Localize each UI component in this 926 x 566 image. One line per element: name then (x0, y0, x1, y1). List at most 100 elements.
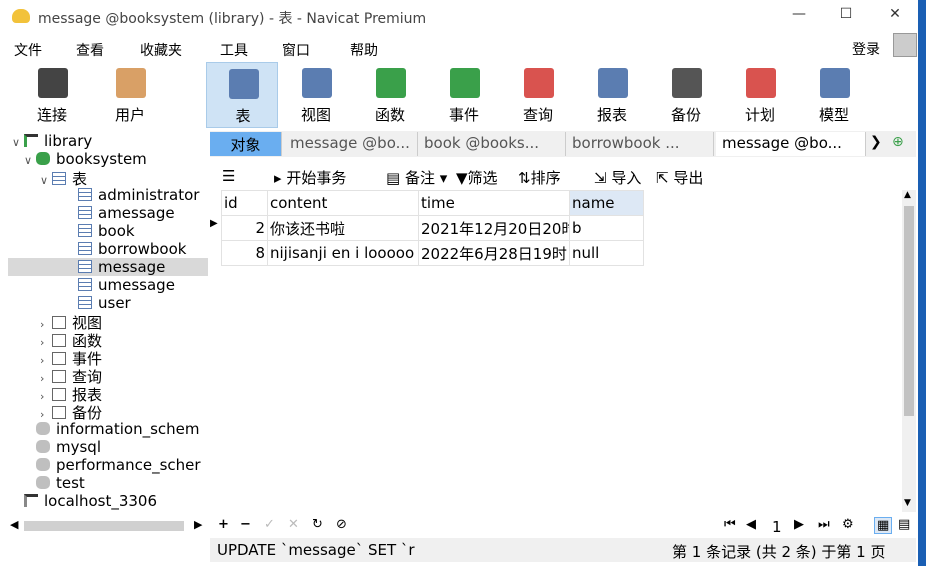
toolbar-button-10[interactable]: 模型 (798, 62, 870, 128)
import-button[interactable]: ⇲ 导入 (594, 167, 641, 188)
avatar-icon[interactable] (893, 33, 917, 57)
discard-icon[interactable]: ✕ (288, 517, 299, 532)
tree-item[interactable]: › 事件 (8, 348, 208, 368)
expand-icon[interactable]: ∨ (12, 136, 24, 149)
toolbar-label: 报表 (596, 106, 627, 124)
table-cell[interactable]: 2 (221, 215, 268, 241)
scroll-up-icon[interactable]: ▲ (904, 190, 911, 200)
tree-item[interactable]: ∨ 表 (8, 168, 208, 188)
minimize-icon[interactable]: — (789, 6, 809, 22)
column-header[interactable]: id (221, 190, 268, 216)
first-page-icon[interactable]: ⏮ (724, 517, 736, 532)
table-cell[interactable]: 你该还书啦 (267, 215, 419, 241)
tree-item[interactable]: umessage (8, 276, 208, 294)
tree-item[interactable]: book (8, 222, 208, 240)
grid-scrollbar[interactable]: ▲ ▼ (902, 190, 916, 512)
tree-item[interactable]: › 备份 (8, 402, 208, 422)
toolbar-button-6[interactable]: 查询 (502, 62, 574, 128)
scroll-right-icon[interactable]: ▶ (194, 518, 202, 531)
tree-item[interactable]: borrowbook (8, 240, 208, 258)
tree-item[interactable]: performance_scher (8, 456, 208, 474)
table-cell[interactable]: nijisanji en i looooo (267, 240, 419, 266)
begin-transaction-button[interactable]: ▸ 开始事务 (274, 167, 346, 188)
menu-help[interactable]: 帮助 (350, 40, 378, 60)
toolbar-button-1[interactable]: 用户 (94, 62, 166, 128)
next-page-icon[interactable]: ▶ (794, 517, 804, 532)
toolbar-button-8[interactable]: 备份 (650, 62, 722, 128)
tree-item[interactable]: test (8, 474, 208, 492)
tree-item[interactable]: mysql (8, 438, 208, 456)
toolbar-button-5[interactable]: 事件 (428, 62, 500, 128)
menu-tools[interactable]: 工具 (220, 40, 248, 60)
table-row[interactable]: 2 你该还书啦 2021年12月20日20时 b (221, 215, 644, 241)
add-row-icon[interactable]: + (218, 517, 229, 532)
menu-favorites[interactable]: 收藏夹 (140, 40, 182, 60)
toolbar-button-3[interactable]: 视图 (280, 62, 352, 128)
tree-scrollbar[interactable]: ◀ ▶ (8, 518, 208, 534)
table-row[interactable]: 8 nijisanji en i looooo 2022年6月28日19时 null (221, 240, 644, 266)
table-cell[interactable]: null (569, 240, 644, 266)
tree-item[interactable]: information_schem (8, 420, 208, 438)
tree-item[interactable]: ∨ booksystem (8, 150, 208, 168)
scroll-thumb[interactable] (904, 206, 914, 416)
tree-item[interactable]: localhost_3306 (8, 492, 208, 510)
tree-item[interactable]: user (8, 294, 208, 312)
tab-message-current[interactable]: message @bo... (716, 132, 866, 156)
column-header[interactable]: time (418, 190, 570, 216)
tab-book[interactable]: book @books... (418, 132, 566, 156)
toolbar-button-9[interactable]: 计划 (724, 62, 796, 128)
column-header[interactable]: name (569, 190, 644, 216)
form-view-icon[interactable]: ▤ (898, 517, 910, 532)
delete-row-icon[interactable]: − (240, 517, 251, 532)
filter-button[interactable]: ▼筛选 (456, 167, 498, 188)
table-cell[interactable]: 2022年6月28日19时 (418, 240, 570, 266)
new-tab-icon[interactable]: ⊕ (892, 134, 904, 150)
tree-item[interactable]: message (8, 258, 208, 276)
tab-message-1[interactable]: message @bo... (284, 132, 418, 156)
login-button[interactable]: 登录 (852, 39, 880, 59)
refresh-icon[interactable]: ↻ (312, 517, 323, 532)
prev-page-icon[interactable]: ◀ (746, 517, 756, 532)
last-page-icon[interactable]: ⏭ (818, 517, 830, 532)
tree-item[interactable]: ∨ library (8, 132, 208, 150)
toolbar-button-0[interactable]: 连接 (16, 62, 88, 128)
scroll-thumb[interactable] (24, 521, 184, 531)
db-icon (36, 476, 50, 489)
tree-item[interactable]: › 报表 (8, 384, 208, 404)
export-button[interactable]: ⇱ 导出 (656, 167, 703, 188)
toolbar-button-7[interactable]: 报表 (576, 62, 648, 128)
toolbar-button-4[interactable]: 函数 (354, 62, 426, 128)
table-cell[interactable]: b (569, 215, 644, 241)
tab-next-icon[interactable]: ❯ (870, 134, 882, 150)
apply-icon[interactable]: ✓ (264, 517, 275, 532)
menu-window[interactable]: 窗口 (282, 40, 310, 60)
table-icon (78, 242, 92, 255)
tab-borrowbook[interactable]: borrowbook ... (566, 132, 714, 156)
expand-icon[interactable]: ∨ (24, 154, 36, 167)
menu-icon[interactable]: ☰ (222, 167, 235, 185)
tree-item[interactable]: › 查询 (8, 366, 208, 386)
stop-icon[interactable]: ⊘ (336, 517, 347, 532)
table-cell[interactable]: 8 (221, 240, 268, 266)
page-number[interactable]: 1 (772, 518, 782, 536)
settings-gear-icon[interactable]: ⚙ (842, 517, 854, 532)
sort-button[interactable]: ⇅排序 (518, 167, 561, 188)
scroll-left-icon[interactable]: ◀ (10, 518, 18, 531)
column-header[interactable]: content (267, 190, 419, 216)
tree-item[interactable]: › 函数 (8, 330, 208, 350)
scroll-down-icon[interactable]: ▼ (904, 498, 911, 508)
note-button[interactable]: ▤ 备注 ▾ (386, 167, 447, 188)
menu-file[interactable]: 文件 (14, 40, 42, 60)
table-cell[interactable]: 2021年12月20日20时 (418, 215, 570, 241)
close-icon[interactable]: ✕ (885, 6, 905, 22)
tree-item-label: booksystem (56, 150, 147, 168)
tab-objects[interactable]: 对象 (210, 132, 282, 156)
grid-view-icon[interactable]: ▦ (874, 517, 893, 534)
toolbar-button-2[interactable]: 表 (206, 62, 278, 128)
menu-view[interactable]: 查看 (76, 40, 104, 60)
backup-icon (672, 68, 702, 98)
tree-item[interactable]: administrator (8, 186, 208, 204)
maximize-icon[interactable]: ☐ (836, 6, 856, 22)
tree-item[interactable]: › 视图 (8, 312, 208, 332)
tree-item[interactable]: amessage (8, 204, 208, 222)
